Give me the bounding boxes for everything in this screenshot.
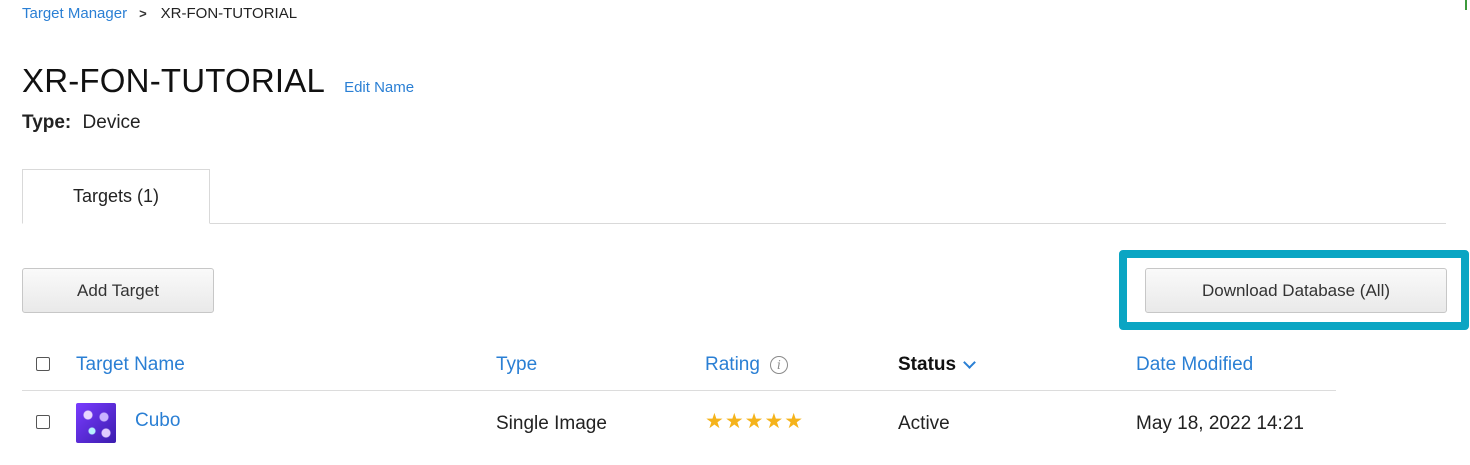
breadcrumb-target-manager-link[interactable]: Target Manager [22, 5, 127, 22]
breadcrumb-current: XR-FON-TUTORIAL [160, 5, 298, 22]
edit-name-link[interactable]: Edit Name [344, 79, 414, 96]
column-status-header[interactable]: Status [898, 345, 976, 385]
table-header: Target Name Type Rating i Status Date Mo… [22, 345, 1336, 391]
info-icon[interactable]: i [769, 356, 788, 374]
target-type: Single Image [496, 413, 607, 434]
target-name-link[interactable]: Cubo [135, 401, 180, 441]
add-target-button[interactable]: Add Target [22, 268, 214, 313]
target-thumbnail[interactable] [76, 403, 116, 443]
page-title: XR-FON-TUTORIAL [22, 62, 326, 99]
column-status[interactable]: Status [898, 354, 956, 376]
target-status: Active [898, 413, 950, 434]
rating-stars: ★★★★★ [705, 409, 805, 433]
column-target-name[interactable]: Target Name [76, 345, 185, 385]
target-date-modified: May 18, 2022 14:21 [1136, 413, 1304, 434]
tab-targets[interactable]: Targets (1) [22, 169, 210, 224]
column-date-modified[interactable]: Date Modified [1136, 345, 1253, 385]
column-type[interactable]: Type [496, 345, 537, 385]
type-label: Type: [22, 112, 72, 133]
download-database-button[interactable]: Download Database (All) [1145, 268, 1447, 313]
type-value: Device [82, 112, 141, 133]
database-type: Type: Device [22, 112, 141, 134]
select-all-checkbox[interactable] [36, 357, 50, 371]
column-rating[interactable]: Rating [705, 354, 760, 376]
chevron-down-icon [963, 355, 976, 369]
table-row: Cubo Single Image ★★★★★ Active May 18, 2… [22, 391, 1336, 465]
column-rating-header: Rating i [705, 345, 788, 385]
row-checkbox[interactable] [36, 415, 50, 429]
tab-bar: Targets (1) [22, 169, 1446, 224]
window-edge-marker [1465, 0, 1467, 10]
title-row: XR-FON-TUTORIAL Edit Name [22, 62, 414, 100]
breadcrumb-separator-icon: > [139, 6, 147, 21]
breadcrumb: Target Manager > XR-FON-TUTORIAL [22, 5, 297, 22]
